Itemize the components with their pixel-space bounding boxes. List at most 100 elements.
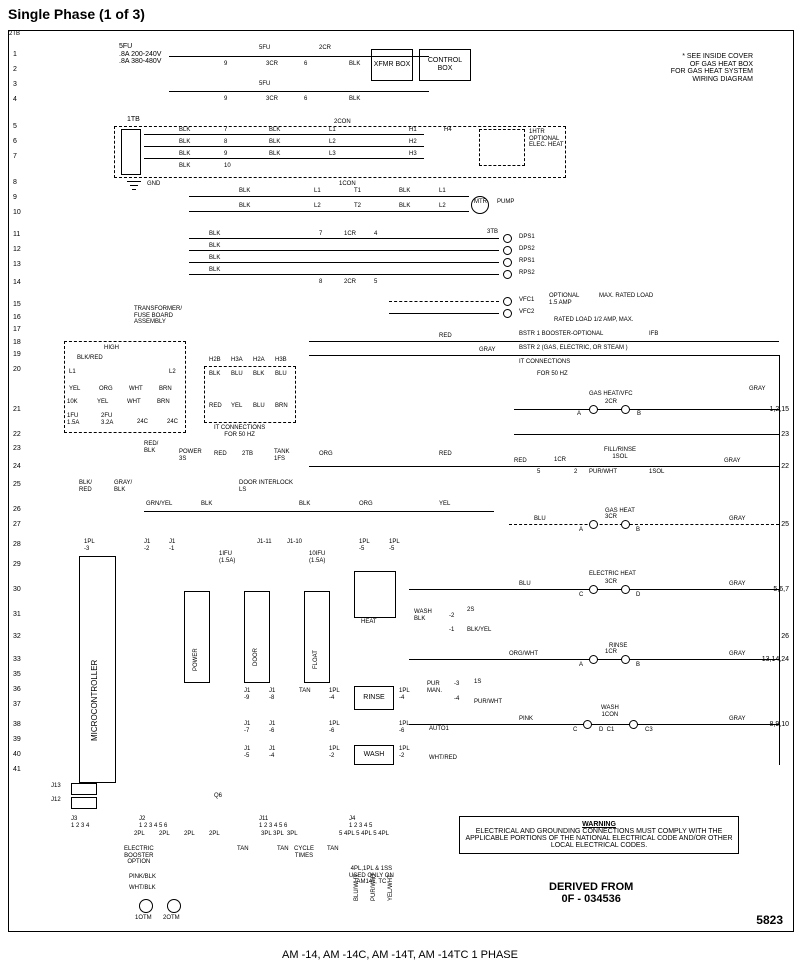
lbl: J3 1 2 3 4 bbox=[71, 816, 89, 829]
lbl: GRAY bbox=[729, 716, 746, 723]
lbl: 2S bbox=[467, 607, 474, 614]
lbl: ELECTRIC HEAT bbox=[589, 571, 636, 578]
lbl: J1 -6 bbox=[269, 721, 275, 734]
lbl: POWER 3S bbox=[179, 449, 202, 462]
lbl: 4 bbox=[374, 231, 377, 238]
lbl: BSTR 1 BOOSTER-OPTIONAL bbox=[519, 331, 603, 338]
heat-box bbox=[354, 571, 396, 618]
lbl: IT CONNECTIONS FOR 50 HZ bbox=[214, 425, 265, 438]
lbl: C3 bbox=[645, 727, 653, 734]
lbl: L1 bbox=[439, 188, 446, 195]
lbl: PUR/WHT bbox=[474, 699, 502, 706]
lbl: 1PL -5 bbox=[359, 539, 370, 552]
wire bbox=[189, 250, 499, 251]
lbl: H3A bbox=[231, 357, 243, 364]
ground-icon bbox=[127, 181, 141, 195]
lbl: 7 bbox=[224, 127, 227, 134]
wire bbox=[309, 341, 779, 342]
lbl: 10IFU (1.5A) bbox=[309, 551, 325, 564]
lbl: GRAY bbox=[724, 458, 741, 465]
row-ref: 23 bbox=[781, 431, 789, 438]
lbl: 2PL bbox=[134, 831, 145, 838]
rinse-box: RINSE bbox=[354, 686, 394, 710]
row-ref: 22 bbox=[781, 463, 789, 470]
lbl: BLU bbox=[534, 516, 546, 523]
lbl: 1PL -5 bbox=[389, 539, 400, 552]
terminal bbox=[503, 234, 512, 243]
lbl: YEL bbox=[69, 386, 80, 393]
derived-from: DERIVED FROM 0F - 034536 bbox=[549, 881, 633, 905]
lbl: BLK bbox=[399, 188, 410, 195]
lbl: PUMP bbox=[497, 199, 514, 206]
wire bbox=[189, 196, 469, 197]
lbl: A bbox=[577, 411, 581, 418]
lbl: J1 -5 bbox=[244, 746, 250, 759]
lbl: L3 bbox=[329, 151, 336, 158]
schematic-frame: 1 2 3 4 5 6 7 8 9 10 11 12 13 14 15 16 1… bbox=[8, 30, 794, 932]
lbl: -2 bbox=[449, 613, 454, 620]
lbl: 5 bbox=[374, 279, 377, 286]
lbl: 3CR bbox=[605, 579, 617, 586]
wire-dashed bbox=[389, 301, 499, 303]
wire bbox=[144, 146, 424, 147]
lbl: RATED LOAD 1/2 AMP, MAX. bbox=[554, 317, 633, 324]
wire bbox=[389, 313, 499, 314]
lbl: 1CON bbox=[339, 181, 356, 188]
lbl: BRN bbox=[275, 403, 288, 410]
lbl: 10K bbox=[67, 399, 78, 406]
lbl: J2 1 2 3 4 5 6 bbox=[139, 816, 167, 829]
lbl: 1PL -3 bbox=[84, 539, 95, 552]
lbl: D bbox=[636, 592, 640, 599]
lbl: T1 bbox=[354, 188, 361, 195]
terminal bbox=[503, 246, 512, 255]
lbl: BLK bbox=[299, 501, 310, 508]
lbl: IT CONNECTIONS bbox=[519, 359, 570, 366]
wire bbox=[189, 274, 499, 275]
lbl: BLK bbox=[209, 243, 220, 250]
lbl: 3TB bbox=[487, 229, 498, 236]
lbl: WASH 1CON bbox=[601, 705, 619, 718]
wire bbox=[189, 211, 469, 212]
fuse-spec: 5FU .8A 200-240V .8A 380-480V bbox=[119, 43, 161, 66]
lbl: 1S bbox=[474, 679, 481, 686]
lbl: FOR 50 HZ bbox=[537, 371, 568, 378]
microcontroller-label: MICROCONTROLLER bbox=[91, 660, 100, 741]
lbl: 6 bbox=[304, 61, 307, 68]
lbl: J4 1 2 3 4 5 bbox=[349, 816, 372, 829]
warning-heading: WARNING bbox=[464, 821, 734, 828]
door-box bbox=[244, 591, 270, 683]
lbl: BLK bbox=[209, 267, 220, 274]
coil-icon bbox=[589, 655, 598, 664]
footer-caption: AM -14, AM -14C, AM -14T, AM -14TC 1 PHA… bbox=[0, 945, 800, 965]
lbl: L1 bbox=[69, 369, 76, 376]
lbl: WHT bbox=[127, 399, 141, 406]
j12 bbox=[71, 797, 97, 809]
lbl: J1 -9 bbox=[244, 688, 250, 701]
lbl: 1PL -2 bbox=[399, 746, 410, 759]
lbl: DPS2 bbox=[519, 246, 535, 253]
lbl: Q6 bbox=[214, 793, 222, 800]
wire bbox=[509, 524, 779, 526]
wire bbox=[514, 409, 779, 410]
lbl: J1 -2 bbox=[144, 539, 150, 552]
lbl: GRAY bbox=[749, 386, 766, 393]
lbl: J1-10 bbox=[287, 539, 302, 546]
lbl: 3CR bbox=[266, 96, 278, 103]
lbl: BLK bbox=[349, 96, 360, 103]
lbl: BLK bbox=[179, 127, 190, 134]
lbl: 2PL bbox=[184, 831, 195, 838]
lbl: DOOR INTERLOCK LS bbox=[239, 480, 293, 493]
lbl: H2A bbox=[253, 357, 265, 364]
lbl: MAX. RATED LOAD bbox=[599, 293, 653, 300]
lbl: GRAY bbox=[729, 516, 746, 523]
lbl: BLU bbox=[519, 581, 531, 588]
lbl: BLK bbox=[179, 151, 190, 158]
warning-box: WARNING ELECTRICAL AND GROUNDING CONNECT… bbox=[459, 816, 739, 854]
lbl: MTR bbox=[474, 199, 487, 206]
lbl: 1IFU (1.5A) bbox=[219, 551, 235, 564]
lbl: BLK bbox=[209, 231, 220, 238]
lbl: 2PL bbox=[209, 831, 220, 838]
lbl: J1 -1 bbox=[169, 539, 175, 552]
lbl: RED bbox=[214, 451, 227, 458]
lbl: 1FU 1.5A bbox=[67, 413, 79, 426]
